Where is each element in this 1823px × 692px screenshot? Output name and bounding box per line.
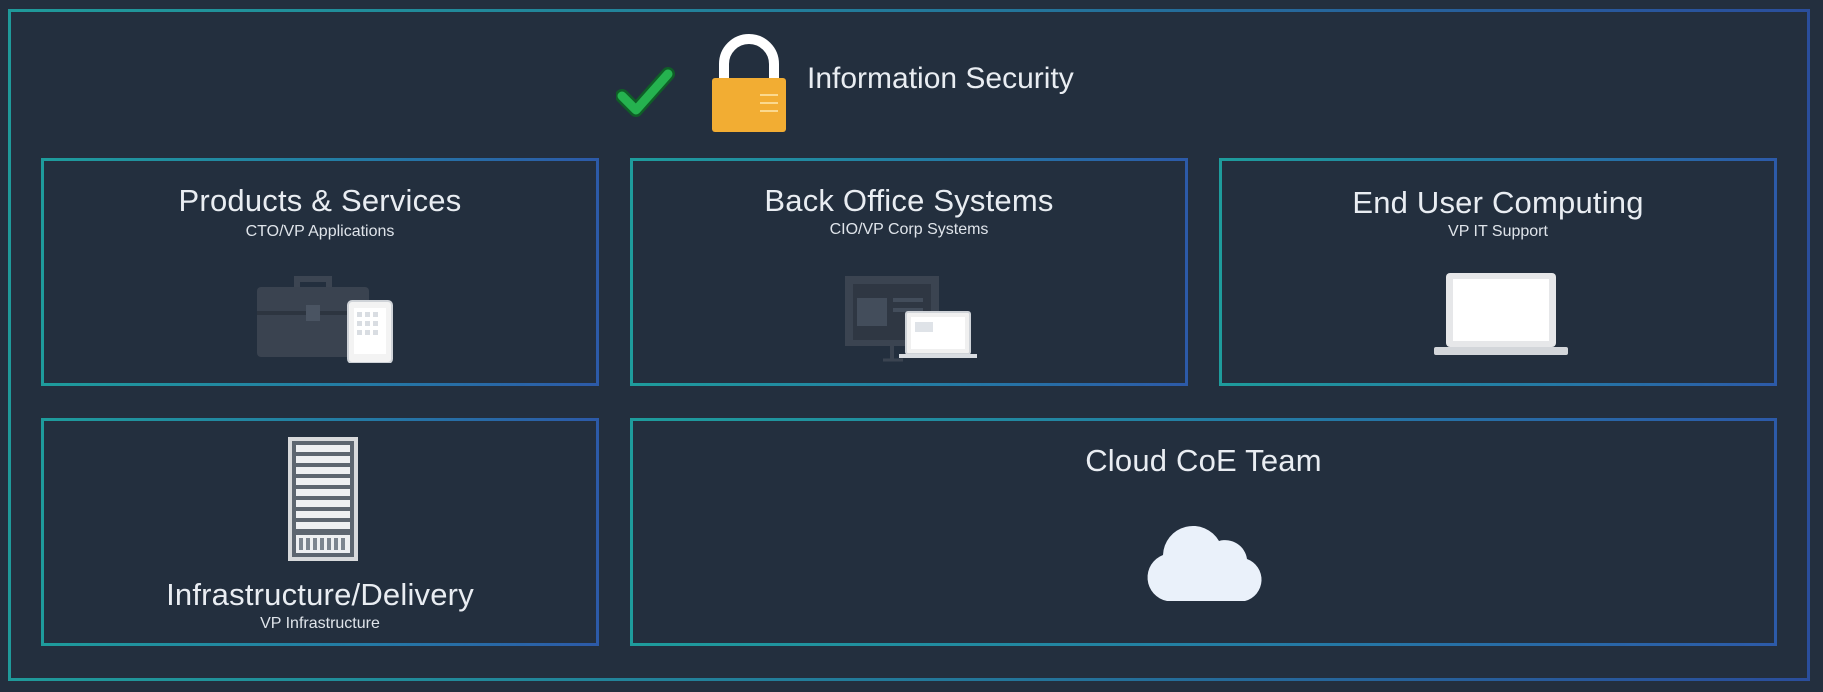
box-subtitle: VP Infrastructure [260, 615, 380, 632]
padlock-icon [708, 34, 790, 139]
information-security-label: Information Security [807, 62, 1074, 95]
laptop-icon [1434, 273, 1568, 364]
box-title: Infrastructure/Delivery [166, 577, 474, 612]
box-title: End User Computing [1352, 185, 1644, 220]
infrastructure-delivery-box: Infrastructure/Delivery VP Infrastructur… [41, 418, 599, 646]
presentation-laptop-icon [843, 276, 983, 367]
box-title: Products & Services [178, 183, 462, 218]
checkmark-icon [615, 62, 676, 127]
briefcase-tablet-icon [257, 271, 397, 368]
end-user-computing-box: End User Computing VP IT Support [1219, 158, 1777, 386]
box-title: Back Office Systems [764, 183, 1054, 218]
box-subtitle: CIO/VP Corp Systems [829, 221, 989, 238]
back-office-systems-box: Back Office Systems CIO/VP Corp Systems [630, 158, 1188, 386]
server-rack-icon [288, 437, 358, 566]
box-subtitle: CTO/VP Applications [245, 223, 395, 240]
cloud-coe-team-box: Cloud CoE Team [630, 418, 1777, 646]
box-title: Cloud CoE Team [1085, 443, 1322, 478]
products-services-box: Products & Services CTO/VP Applications [41, 158, 599, 386]
box-subtitle: VP IT Support [1448, 223, 1548, 240]
cloud-icon [1141, 519, 1271, 608]
